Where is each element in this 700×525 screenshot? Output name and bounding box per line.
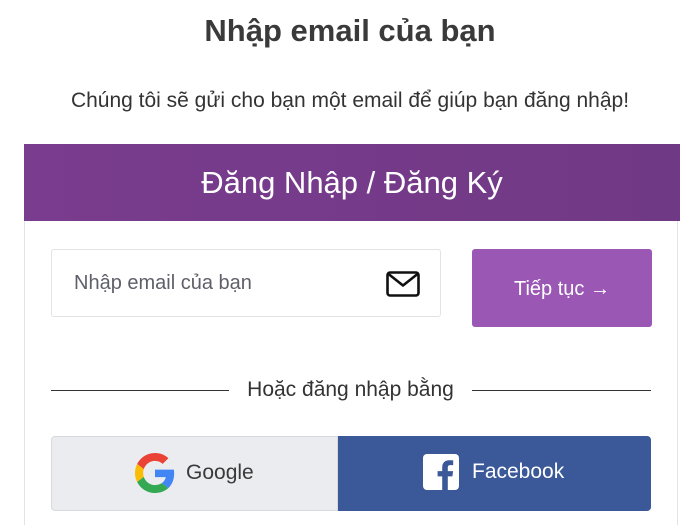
divider-text: Hoặc đăng nhập bằng bbox=[247, 378, 454, 401]
social-login-row: Google Facebook bbox=[51, 436, 651, 511]
divider-line-right bbox=[472, 390, 651, 391]
google-icon bbox=[135, 453, 175, 493]
or-divider: Hoặc đăng nhập bằng bbox=[51, 375, 651, 405]
divider-line-left bbox=[51, 390, 229, 391]
envelope-icon bbox=[386, 271, 420, 297]
continue-button[interactable]: Tiếp tục → bbox=[472, 249, 652, 327]
login-card: Đăng Nhập / Đăng Ký Tiếp tục → Hoặc đăng… bbox=[24, 144, 680, 525]
login-page: Nhập email của bạn Chúng tôi sẽ gửi cho … bbox=[0, 0, 700, 525]
page-subtitle: Chúng tôi sẽ gửi cho bạn một email để gi… bbox=[70, 89, 630, 112]
facebook-icon bbox=[423, 454, 459, 490]
page-title: Nhập email của bạn bbox=[204, 13, 496, 48]
email-input[interactable] bbox=[74, 250, 374, 316]
facebook-label: Facebook bbox=[472, 460, 565, 483]
google-label: Google bbox=[186, 461, 254, 484]
email-field[interactable] bbox=[51, 249, 441, 317]
google-login-button[interactable]: Google bbox=[51, 436, 338, 511]
facebook-login-button[interactable]: Facebook bbox=[338, 436, 651, 511]
card-title: Đăng Nhập / Đăng Ký bbox=[24, 144, 680, 221]
